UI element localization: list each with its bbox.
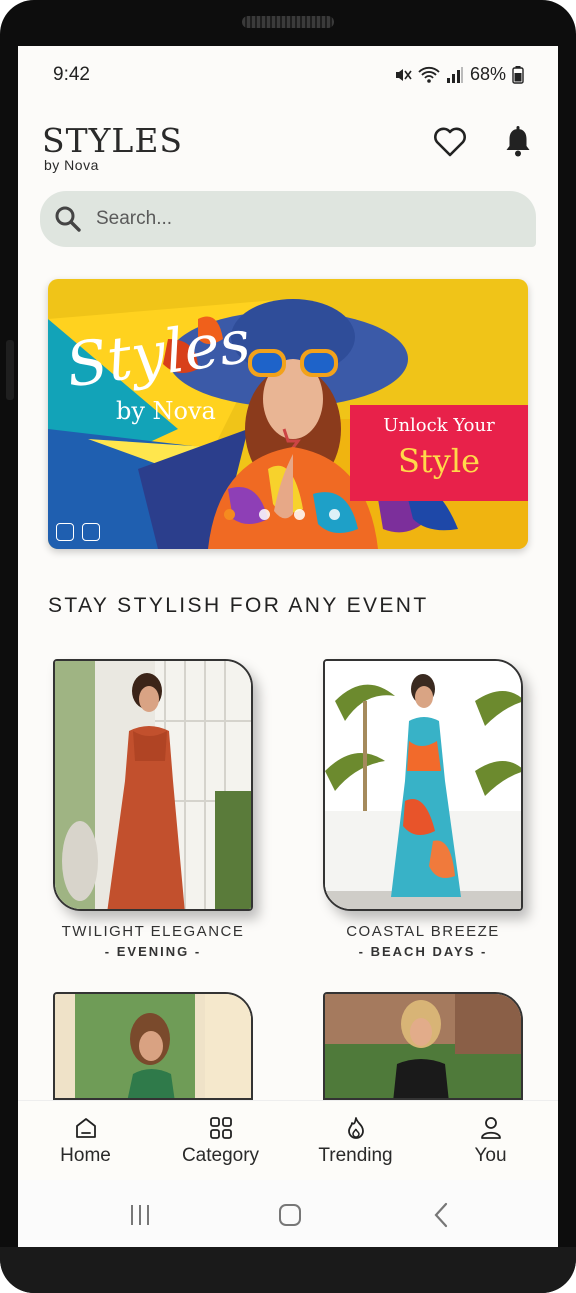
wifi-icon [418,66,440,83]
banner-cta-line2: Style [397,442,481,480]
home-button-icon[interactable] [275,1200,305,1230]
carousel-dot[interactable] [329,509,340,520]
carousel-dots [224,509,340,520]
event-card-image [323,659,523,911]
earpiece-speaker [242,16,334,28]
search-input[interactable] [96,191,516,247]
event-card[interactable] [53,992,253,1100]
event-card-image [53,659,253,911]
banner-subtitle: by Nova [116,397,216,425]
search-icon [55,206,81,232]
instagram-icon [82,523,100,541]
heart-icon[interactable] [432,124,468,160]
status-bar: 9:42 68% [18,46,558,104]
home-icon [75,1117,96,1138]
banner-cta-line1: Unlock Your [383,415,495,436]
nav-trending[interactable]: Trending [288,1101,423,1180]
nav-home-label: Home [60,1144,111,1166]
bottom-bezel [0,1247,576,1293]
battery-icon [512,65,524,84]
signal-icon [446,66,463,83]
nav-home[interactable]: Home [18,1101,153,1180]
back-icon[interactable] [427,1200,457,1230]
battery-level: 68% [469,64,506,84]
event-card-title: TWILIGHT ELEGANCE [61,923,245,940]
promo-banner-carousel[interactable]: Styles by Nova Unlock Your Style [48,279,528,549]
event-card-image [323,992,523,1100]
mute-icon [395,68,412,81]
nav-you-label: You [474,1144,507,1166]
flame-icon [347,1116,364,1139]
bottom-nav: Home Category Trending You [18,1100,558,1180]
app-logo[interactable]: STYLES by Nova [42,121,184,173]
carousel-dot[interactable] [259,509,270,520]
carousel-dot[interactable] [294,509,305,520]
event-card-tag: - EVENING - [104,944,202,959]
banner-cta: Unlock Your Style [350,405,528,501]
social-links [56,523,100,541]
event-card-image [53,992,253,1100]
event-card-beach[interactable]: COASTAL BREEZE - BEACH DAYS - [323,659,523,959]
facebook-icon [56,523,74,541]
section-title: STAY STYLISH FOR ANY EVENT [48,594,429,617]
side-button [6,340,14,400]
status-icons: 68% [394,64,524,85]
logo-subtitle: by Nova [44,157,99,173]
app-header: STYLES by Nova [18,118,558,178]
carousel-dot[interactable] [224,509,235,520]
nav-category[interactable]: Category [153,1101,288,1180]
screen: 9:42 68% STYLES by Nova Search... Styles… [18,46,558,1247]
status-time: 9:42 [53,64,90,85]
grid-icon [209,1116,232,1139]
user-icon [480,1116,501,1139]
phone-device: 9:42 68% STYLES by Nova Search... Styles… [0,0,576,1293]
event-card-title: COASTAL BREEZE [346,923,500,940]
system-nav-bar [18,1180,558,1247]
nav-trending-label: Trending [318,1144,393,1166]
nav-you[interactable]: You [423,1101,558,1180]
logo-wordmark: STYLES [42,121,184,160]
event-card-tag: - BEACH DAYS - [358,944,488,959]
event-card[interactable] [323,992,523,1100]
nav-category-label: Category [181,1144,260,1166]
bell-icon[interactable] [500,124,536,160]
search-bar[interactable] [40,191,536,247]
event-card-evening[interactable]: TWILIGHT ELEGANCE - EVENING - [53,659,253,959]
recent-apps-icon[interactable] [125,1200,155,1230]
